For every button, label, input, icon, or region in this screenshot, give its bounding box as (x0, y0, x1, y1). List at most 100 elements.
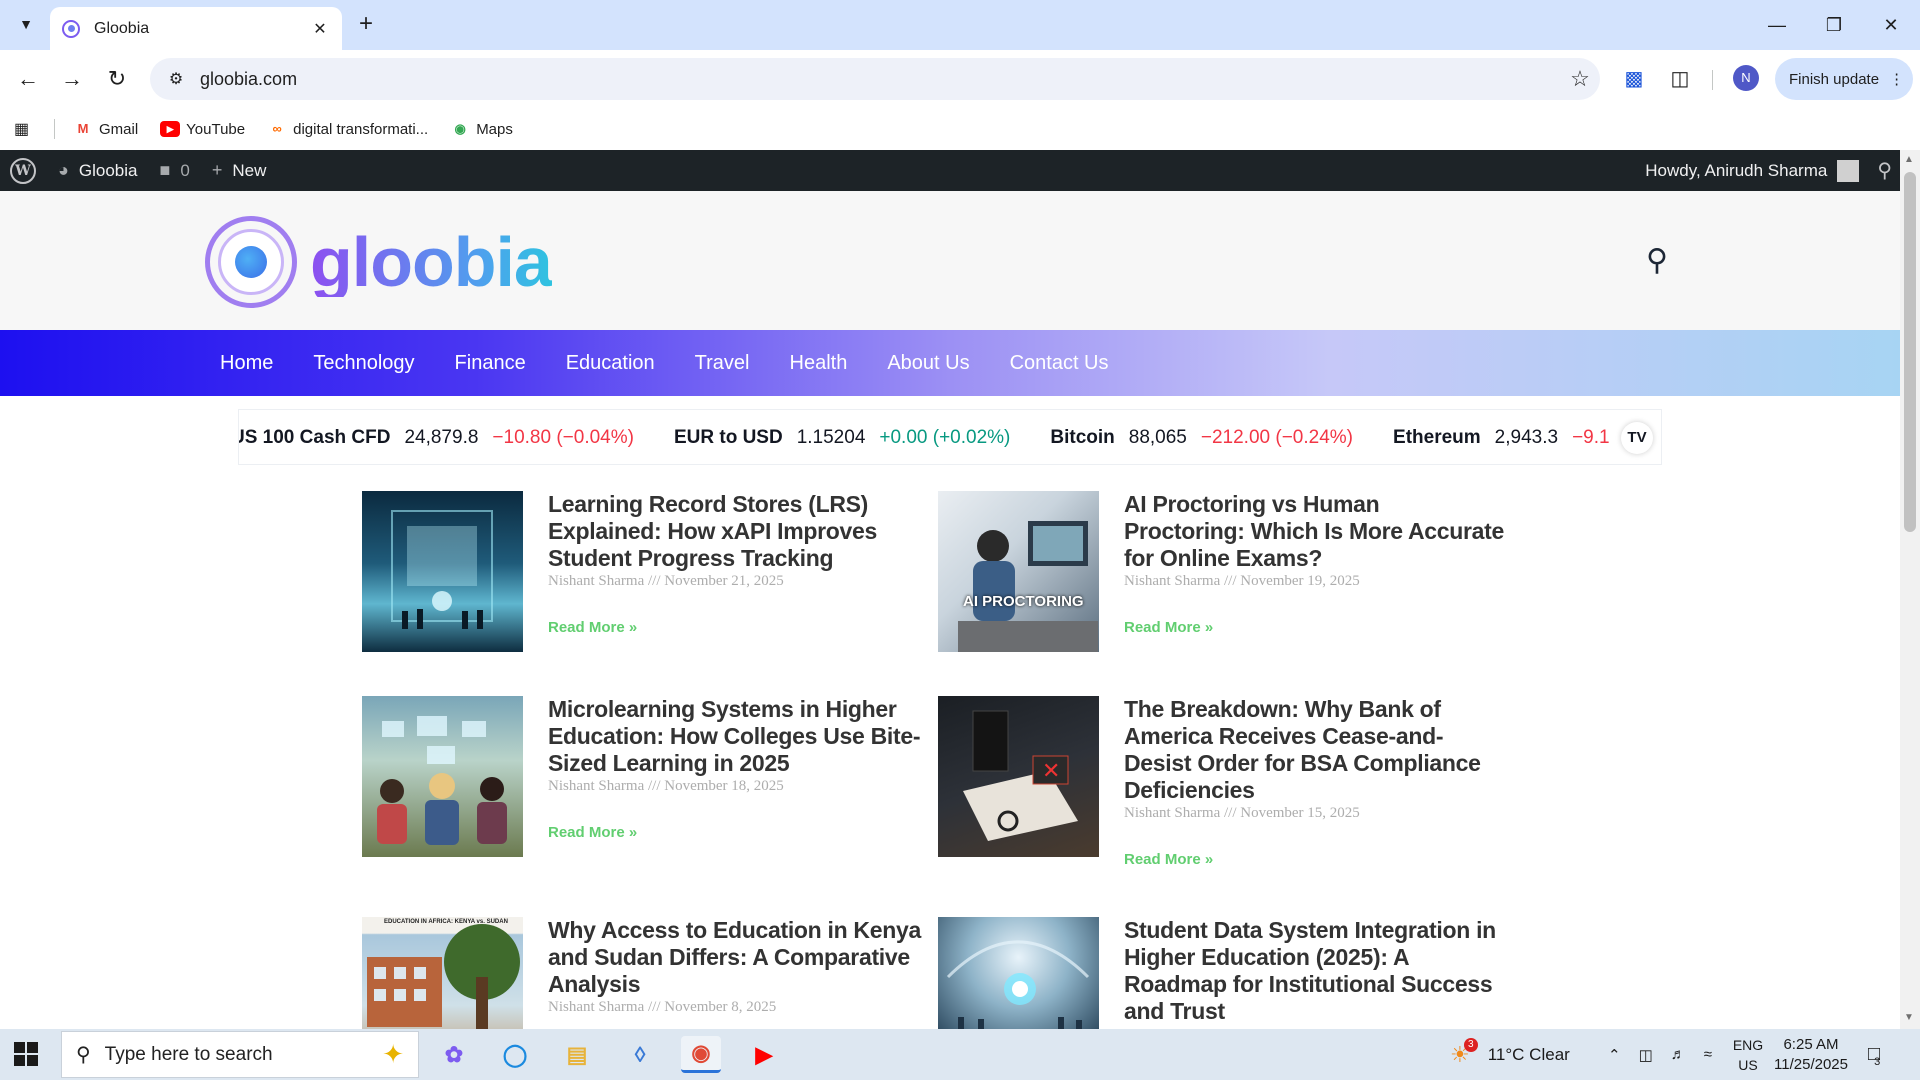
language-indicator[interactable]: ENG US (1730, 1035, 1766, 1075)
admin-greeting[interactable]: Howdy, Anirudh Sharma (1645, 161, 1827, 181)
post-title[interactable]: Microlearning Systems in Higher Educatio… (548, 696, 928, 777)
bookmark-gmail[interactable]: M Gmail (73, 120, 139, 138)
header-search-icon[interactable]: ⚲ (1646, 243, 1668, 278)
scroll-up-icon[interactable]: ▲ (1904, 154, 1914, 165)
back-button[interactable]: ← (12, 63, 44, 95)
tab-search-button[interactable]: ▼ (10, 8, 42, 40)
ticker-item[interactable]: Ethereum 2,943.3 −9.1 (1393, 427, 1610, 449)
nav-travel[interactable]: Travel (675, 352, 770, 375)
forward-button[interactable]: → (56, 63, 88, 95)
admin-new-link[interactable]: + New (212, 160, 267, 181)
post-thumbnail[interactable]: EDUCATION IN AFRICA: KENYA vs. SUDAN (362, 917, 523, 1029)
nav-education[interactable]: Education (546, 352, 675, 375)
address-bar[interactable]: ⚙ gloobia.com ☆ (150, 58, 1600, 100)
browser-tab[interactable]: Gloobia ✕ (50, 7, 342, 50)
admin-search-icon[interactable]: ⚲ (1877, 158, 1892, 183)
reload-button[interactable]: ↻ (101, 63, 133, 95)
ticker-track: US 100 Cash CFD 24,879.8 −10.80 (−0.04%)… (239, 410, 1650, 464)
weather-widget[interactable]: ☀ 3 11°C Clear (1450, 1029, 1570, 1080)
restore-button[interactable]: ❐ (1814, 10, 1854, 40)
apps-grid-icon[interactable]: ▦ (14, 119, 36, 139)
nav-contact-us[interactable]: Contact Us (990, 352, 1129, 375)
windows-start-icon[interactable] (14, 1042, 38, 1066)
chevron-up-icon[interactable]: ⌃ (1608, 1046, 1621, 1064)
ticker-item[interactable]: Bitcoin 88,065 −212.00 (−0.24%) (1050, 427, 1353, 449)
more-menu-icon: ⋮ (1889, 71, 1905, 88)
scroll-thumb[interactable] (1904, 172, 1916, 532)
youtube-app-icon[interactable]: ▶ (744, 1036, 784, 1073)
notification-center[interactable]: □ 3 (1868, 1029, 1880, 1080)
bookmark-youtube[interactable]: ▶ YouTube (160, 121, 245, 138)
extensions-puzzle-icon[interactable]: ◫ (1665, 64, 1695, 94)
site-info-icon[interactable]: ⚙ (156, 69, 196, 89)
nav-finance[interactable]: Finance (435, 352, 546, 375)
nav-technology[interactable]: Technology (293, 352, 434, 375)
read-more-link[interactable]: Read More » (1124, 851, 1213, 868)
ticker-change: −10.80 (−0.04%) (492, 427, 634, 448)
ticker-change: +0.00 (+0.02%) (879, 427, 1011, 448)
site-icon: ∞ (272, 121, 282, 136)
site-favicon-icon (62, 19, 80, 38)
post-thumbnail[interactable] (362, 696, 523, 857)
minimize-button[interactable]: — (1757, 10, 1797, 40)
close-window-button[interactable]: ✕ (1871, 10, 1911, 40)
system-clock[interactable]: 6:25 AM 11/25/2025 (1774, 1035, 1848, 1075)
scroll-down-icon[interactable]: ▼ (1904, 1012, 1914, 1023)
wordpress-logo-icon[interactable]: W (10, 157, 36, 184)
lrs-illustration (391, 510, 493, 629)
taskbar-search-placeholder: Type here to search (104, 1043, 273, 1065)
tradingview-logo-icon[interactable]: TV (1621, 422, 1653, 454)
post-thumbnail[interactable]: AI PROCTORING (938, 491, 1099, 652)
file-explorer-icon[interactable]: ▤ (557, 1036, 597, 1073)
close-tab-icon[interactable]: ✕ (310, 19, 330, 39)
nav-health[interactable]: Health (770, 352, 868, 375)
url-text[interactable]: gloobia.com (196, 69, 1560, 90)
page-scrollbar[interactable]: ▲ ▼ (1900, 150, 1920, 1029)
finish-update-button[interactable]: Finish update ⋮ (1775, 58, 1913, 100)
admin-avatar[interactable] (1837, 159, 1860, 182)
chrome-icon[interactable]: ◉ (681, 1036, 721, 1073)
bookmark-label: Gmail (99, 120, 139, 138)
notification-count: 3 (1874, 1055, 1881, 1068)
post-title[interactable]: Student Data System Integration in Highe… (1124, 917, 1498, 1025)
ticker-symbol: EUR to USD (673, 427, 783, 448)
gloobia-logo-icon[interactable] (205, 216, 297, 308)
read-more-link[interactable]: Read More » (1124, 619, 1213, 636)
new-tab-button[interactable]: + (352, 11, 380, 39)
profile-avatar[interactable]: N (1733, 65, 1759, 91)
ticker-tape[interactable]: US 100 Cash CFD 24,879.8 −10.80 (−0.04%)… (238, 409, 1662, 465)
post-meta: Nishant Sharma /// November 19, 2025 (1124, 573, 1360, 589)
post-title[interactable]: AI Proctoring vs Human Proctoring: Which… (1124, 491, 1504, 572)
edge-icon[interactable]: ◯ (495, 1036, 535, 1073)
nav-about-us[interactable]: About Us (867, 352, 989, 375)
meet-icon[interactable]: ◫ (1639, 1046, 1653, 1064)
nav-home[interactable]: Home (200, 352, 293, 375)
ticker-item[interactable]: US 100 Cash CFD 24,879.8 −10.80 (−0.04%) (239, 427, 634, 449)
post-title[interactable]: The Breakdown: Why Bank of America Recei… (1124, 696, 1504, 804)
ticker-value: 24,879.8 (404, 427, 479, 448)
admin-comments-link[interactable]: ■ 0 (159, 160, 189, 181)
read-more-link[interactable]: Read More » (548, 619, 637, 636)
extension-grid-icon[interactable]: ▩ (1619, 64, 1649, 94)
post-thumbnail[interactable] (362, 491, 523, 652)
bookmark-label: Maps (476, 120, 513, 138)
site-logo-text[interactable]: gloobia (310, 227, 553, 297)
copilot-icon[interactable]: ✿ (434, 1036, 474, 1073)
taskbar-search-box[interactable]: ⚲ Type here to search ✦ (61, 1031, 419, 1078)
bookmark-maps[interactable]: ◉ Maps (450, 121, 513, 138)
m365-icon[interactable]: ◊ (620, 1036, 660, 1073)
post-thumbnail[interactable] (938, 917, 1099, 1029)
post-title[interactable]: Learning Record Stores (LRS) Explained: … (548, 491, 928, 572)
post-thumbnail[interactable]: ✕ (938, 696, 1099, 857)
tab-title: Gloobia (94, 19, 150, 37)
post-title[interactable]: Why Access to Education in Kenya and Sud… (548, 917, 922, 998)
bookmark-digital-transformation[interactable]: ∞ digital transformati... (267, 121, 428, 138)
read-more-link[interactable]: Read More » (548, 824, 637, 841)
post-meta: Nishant Sharma /// November 8, 2025 (548, 999, 777, 1015)
bookmark-star-icon[interactable]: ☆ (1560, 66, 1600, 92)
volume-icon[interactable]: ♬ (1671, 1046, 1686, 1063)
admin-site-link[interactable]: ◕ Gloobia (58, 160, 137, 181)
wifi-icon[interactable]: ≈ (1704, 1046, 1712, 1063)
ticker-item[interactable]: EUR to USD 1.15204 +0.00 (+0.02%) (674, 427, 1010, 449)
toolbar-divider (1712, 70, 1713, 90)
